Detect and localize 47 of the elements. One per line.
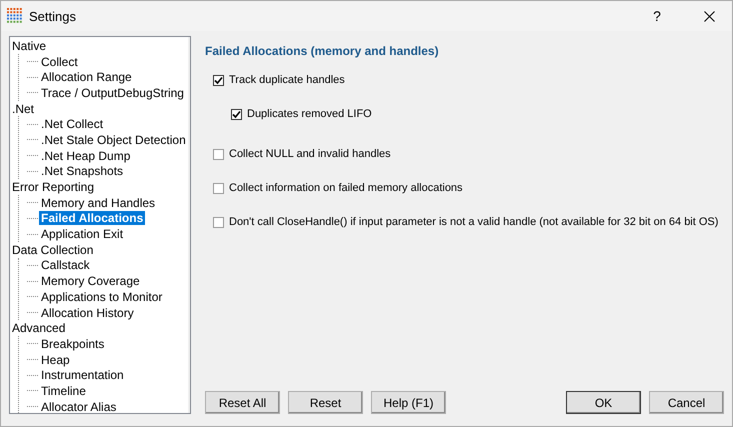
check-icon — [232, 110, 241, 118]
checkbox[interactable] — [231, 108, 242, 120]
scrollbar[interactable] — [188, 37, 190, 413]
app-grid-icon — [7, 8, 23, 24]
reset-button[interactable]: Reset All — [205, 391, 280, 414]
tree-item[interactable]: Native — [10, 38, 48, 53]
tree-item[interactable]: Timeline — [39, 384, 88, 398]
option-label: Don't call CloseHandle() if input parameter is not a valid handle (not available for 32 bit on 64 bit OS) — [229, 216, 718, 228]
tree-item[interactable]: .Net Heap Dump — [39, 148, 132, 163]
reset-button[interactable]: Reset — [288, 391, 363, 414]
tree-item[interactable]: Collect — [39, 54, 80, 69]
tree-item[interactable]: Allocation History — [39, 306, 136, 320]
tree-item[interactable]: Trace / OutputDebugString — [39, 86, 186, 100]
option-label: Collect NULL and invalid handles — [229, 148, 391, 160]
tree-item[interactable]: Memory Coverage — [39, 274, 142, 288]
tree-item[interactable]: .Net — [10, 102, 36, 116]
check-icon — [214, 76, 223, 84]
option-label: Track duplicate handles — [229, 74, 345, 86]
checkbox[interactable] — [213, 182, 224, 194]
checkbox[interactable] — [213, 74, 224, 86]
tree-item[interactable]: Memory and Handles — [39, 196, 158, 210]
checkbox[interactable] — [213, 148, 224, 160]
tree-item[interactable]: Applications to Monitor — [39, 290, 164, 304]
close-icon — [704, 10, 714, 22]
tree-item[interactable]: Callstack — [39, 258, 92, 272]
tree-item[interactable]: Application Exit — [39, 227, 126, 242]
tree-item[interactable]: Advanced — [10, 321, 68, 336]
checkbox[interactable] — [213, 216, 224, 228]
tree-item[interactable]: .Net Collect — [39, 117, 106, 132]
tree-item[interactable]: .Net Snapshots — [39, 164, 126, 178]
dialog-button[interactable]: Cancel — [649, 391, 724, 414]
tree-item[interactable]: Error Reporting — [10, 180, 96, 194]
tree-item[interactable]: Data Collection — [10, 242, 96, 257]
window-title: Settings — [29, 8, 77, 24]
tree-item[interactable]: Failed Allocations — [39, 211, 146, 226]
tree-item[interactable]: Allocator Alias — [39, 400, 118, 413]
section-heading: Failed Allocations (memory and handles) — [205, 44, 440, 58]
reset-button[interactable]: Help (F1) — [371, 391, 446, 414]
option-label: Collect information on failed memory allocations — [229, 182, 463, 194]
tree-item[interactable]: Breakpoints — [39, 336, 106, 351]
tree-item[interactable]: .Net Stale Object Detection — [39, 132, 188, 147]
dialog-button[interactable]: OK — [566, 391, 641, 414]
help-button[interactable]: ? — [634, 1, 680, 31]
tree-item[interactable]: Instrumentation — [39, 368, 126, 382]
tree-item[interactable]: Heap — [39, 352, 72, 367]
tree-item[interactable]: Allocation Range — [39, 70, 134, 84]
option-label: Duplicates removed LIFO — [247, 108, 372, 120]
